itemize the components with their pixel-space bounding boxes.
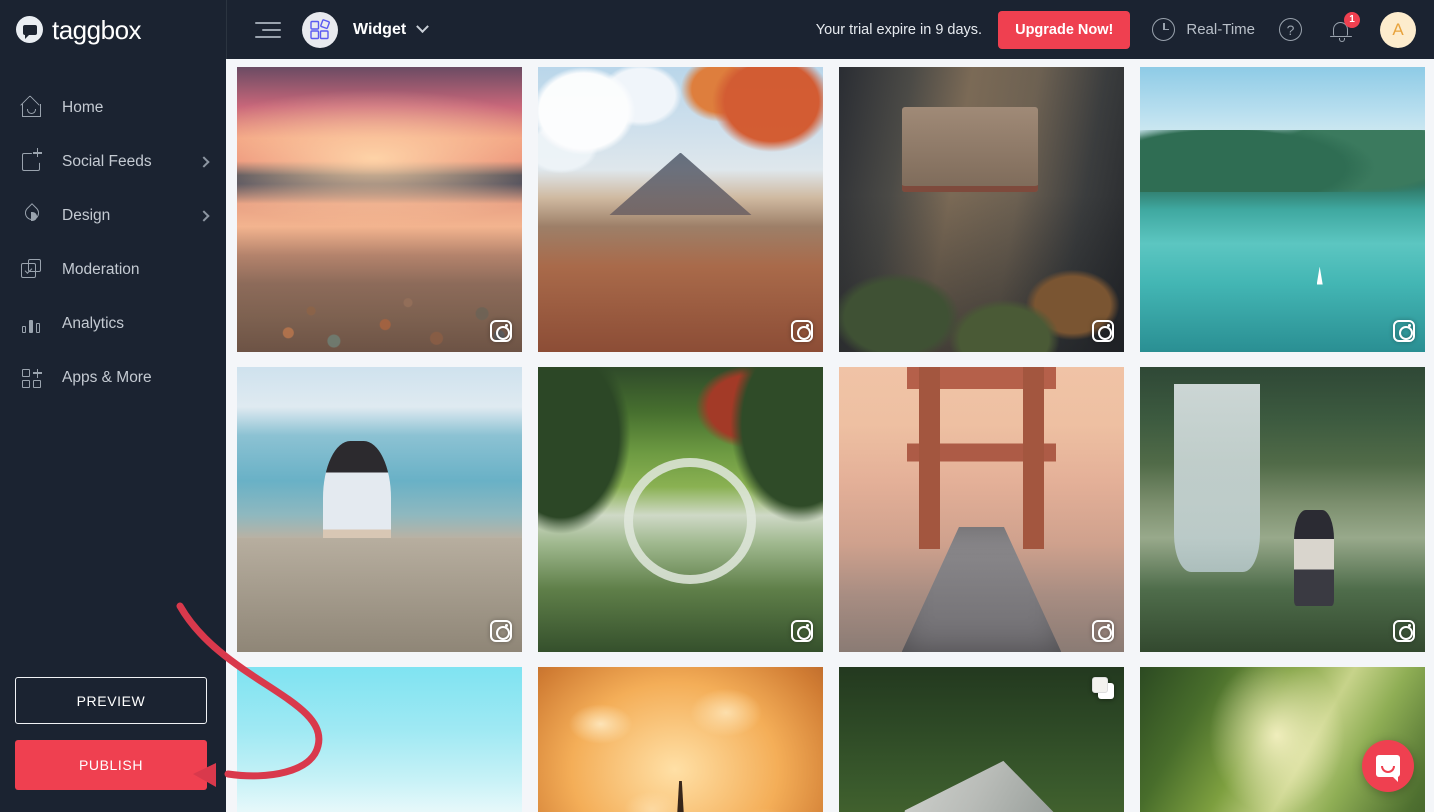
- tropical-sea-boats-photo: [237, 667, 522, 812]
- instagram-icon: [1092, 620, 1114, 642]
- sidebar-actions: PREVIEW PUBLISH: [0, 677, 226, 812]
- instagram-icon: [490, 620, 512, 642]
- chevron-down-icon: [416, 20, 430, 34]
- intercom-chat-icon[interactable]: [1362, 740, 1414, 792]
- brand-name: taggbox: [52, 14, 142, 45]
- apps-grid-icon: [20, 366, 44, 390]
- gallery-tile[interactable]: [538, 367, 823, 652]
- add-feed-icon: [20, 148, 44, 174]
- instagram-icon: [1092, 320, 1114, 342]
- clock-icon: [1152, 18, 1176, 41]
- gallery-tile[interactable]: [839, 67, 1124, 352]
- sidebar-item-home[interactable]: Home: [0, 81, 226, 135]
- gallery-tile[interactable]: [1140, 67, 1425, 352]
- bar-chart-icon: [20, 312, 44, 336]
- sidebar-item-label: Home: [62, 99, 104, 116]
- sidebar-nav: Home Social Feeds Design Moderation Anal…: [0, 59, 226, 405]
- real-time-label: Real-Time: [1186, 21, 1255, 38]
- cliffside-monastery-meteora-photo: [839, 67, 1124, 352]
- instagram-icon: [791, 620, 813, 642]
- upgrade-now-button[interactable]: Upgrade Now!: [998, 10, 1131, 49]
- sunset-mountain-lake-pebbles-photo: [237, 67, 522, 352]
- help-circle-icon[interactable]: ?: [1279, 18, 1302, 41]
- turquoise-coastline-sailboat-photo: [1140, 67, 1425, 352]
- gallery-panel: [226, 59, 1434, 812]
- sidebar-item-design[interactable]: Design: [0, 189, 226, 243]
- woman-sitting-seawall-photo: [237, 367, 522, 652]
- sidebar: Home Social Feeds Design Moderation Anal…: [0, 59, 226, 812]
- sidebar-item-label: Moderation: [62, 261, 140, 278]
- droplet-icon: [20, 203, 44, 228]
- chevron-right-icon: [198, 210, 210, 222]
- hamburger-menu-icon[interactable]: [255, 21, 281, 38]
- home-icon: [20, 94, 44, 120]
- instagram-icon: [1393, 320, 1415, 342]
- brand-logo[interactable]: taggbox: [0, 0, 226, 59]
- preview-button[interactable]: PREVIEW: [15, 677, 207, 724]
- publish-button[interactable]: PUBLISH: [15, 740, 207, 790]
- widget-selector[interactable]: Widget: [353, 20, 430, 39]
- sidebar-item-moderation[interactable]: Moderation: [0, 243, 226, 297]
- notification-badge: 1: [1344, 11, 1360, 28]
- chevron-right-icon: [198, 156, 210, 168]
- chat-bubble-icon: [16, 16, 43, 43]
- woman-facing-waterfall-photo: [1140, 367, 1425, 652]
- gallery-tile[interactable]: [839, 667, 1124, 812]
- eiffel-tower-orange-clouds-photo: [538, 667, 823, 812]
- autumn-mount-fuji-fence-photo: [538, 67, 823, 352]
- topbar-divider: [226, 0, 227, 59]
- golden-gate-bridge-traffic-photo: [839, 367, 1124, 652]
- trial-status-text: Your trial expire in 9 days.: [815, 21, 983, 38]
- forest-arch-bridge-reflection-photo: [538, 367, 823, 652]
- top-bar: taggbox Widget Your trial expire in 9 da…: [0, 0, 1434, 59]
- sidebar-item-label: Analytics: [62, 315, 125, 332]
- sidebar-item-social-feeds[interactable]: Social Feeds: [0, 135, 226, 189]
- gallery-tile[interactable]: [839, 367, 1124, 652]
- app-root: taggbox Widget Your trial expire in 9 da…: [0, 0, 1434, 812]
- avatar[interactable]: A: [1380, 11, 1416, 48]
- notification-bell-icon[interactable]: 1: [1329, 11, 1360, 44]
- gallery-tile[interactable]: [1140, 367, 1425, 652]
- real-time-button[interactable]: Real-Time: [1152, 18, 1255, 41]
- sidebar-item-label: Design: [62, 207, 111, 224]
- sidebar-item-label: Social Feeds: [62, 153, 152, 170]
- multiple-photos-icon: [1092, 677, 1114, 699]
- photo-grid: [237, 67, 1434, 812]
- sidebar-item-analytics[interactable]: Analytics: [0, 297, 226, 351]
- modern-architecture-forest-photo: [839, 667, 1124, 812]
- gallery-tile[interactable]: [237, 67, 522, 352]
- gallery-tile[interactable]: [538, 67, 823, 352]
- widget-grid-icon: [302, 11, 338, 48]
- check-squares-icon: [20, 258, 44, 282]
- gallery-tile[interactable]: [237, 367, 522, 652]
- sidebar-item-label: Apps & More: [62, 369, 152, 386]
- widget-selector-label: Widget: [353, 20, 407, 38]
- sidebar-item-apps-more[interactable]: Apps & More: [0, 351, 226, 405]
- gallery-tile[interactable]: [237, 667, 522, 812]
- gallery-tile[interactable]: [538, 667, 823, 812]
- instagram-icon: [490, 320, 512, 342]
- instagram-icon: [791, 320, 813, 342]
- instagram-icon: [1393, 620, 1415, 642]
